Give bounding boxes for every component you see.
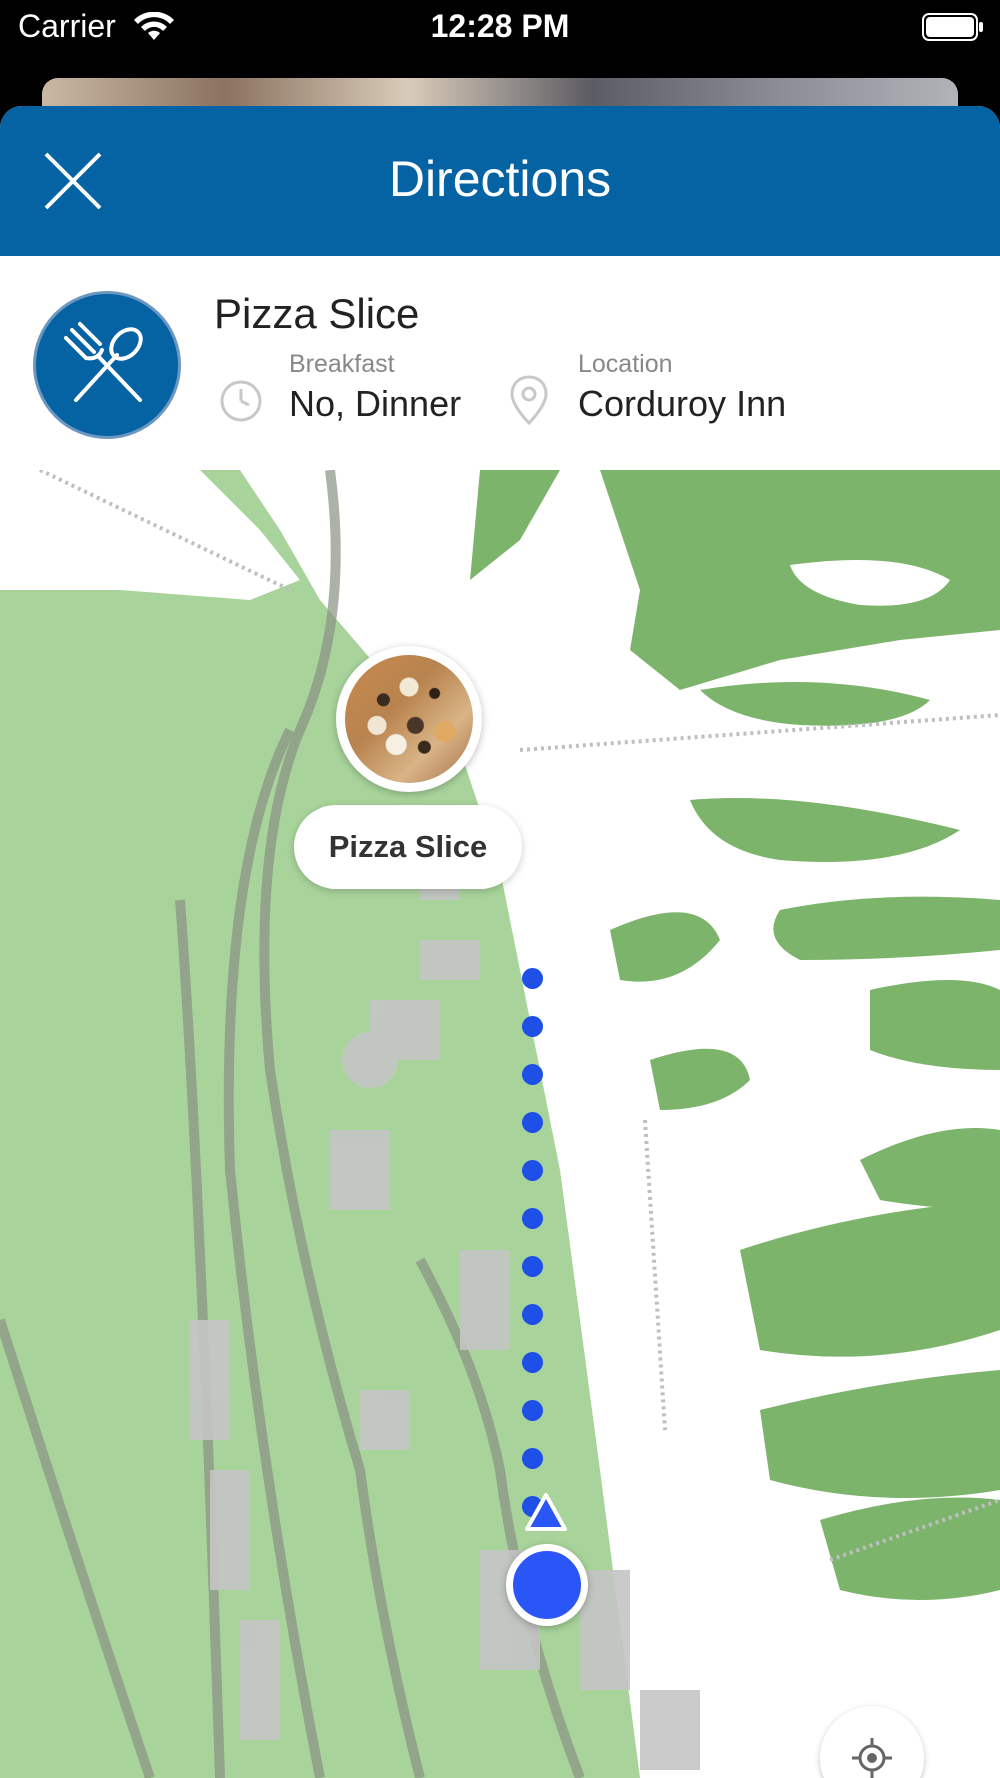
destination-pin[interactable] — [336, 646, 482, 792]
clock-icon — [220, 380, 262, 422]
heading-arrow-icon — [525, 1493, 567, 1531]
place-avatar — [33, 291, 181, 439]
place-name: Pizza Slice — [214, 290, 420, 337]
map-view[interactable]: Pizza Slice — [0, 470, 1000, 1778]
route-dot — [522, 1112, 543, 1133]
destination-photo — [345, 655, 473, 783]
place-info-panel: Pizza Slice Breakfast No, Dinner Locatio… — [0, 256, 1000, 470]
map-pin-icon — [510, 375, 548, 426]
header-bar: Directions — [0, 106, 1000, 256]
route-dot — [522, 1448, 543, 1469]
route-dot — [522, 1352, 543, 1373]
status-time: 12:28 PM — [430, 8, 570, 44]
route-dot — [522, 1400, 543, 1421]
destination-label[interactable]: Pizza Slice — [294, 805, 522, 889]
location-label: Location — [578, 350, 673, 378]
route-dot — [522, 1304, 543, 1325]
fork-spoon-icon — [64, 322, 143, 402]
meal-value: No, Dinner — [289, 383, 462, 424]
location-value: Corduroy Inn — [578, 383, 787, 424]
map-terrain — [0, 470, 1000, 1778]
route-dot — [522, 1064, 543, 1085]
route-dot — [522, 1256, 543, 1277]
battery-icon — [922, 13, 983, 41]
route-dot — [522, 968, 543, 989]
crosshair-icon — [852, 1738, 892, 1778]
route-dot — [522, 1160, 543, 1181]
page-title: Directions — [388, 151, 612, 207]
directions-sheet: Directions Pizza Slice Breakfast No, Din… — [0, 106, 1000, 1778]
status-bar: Carrier 12:28 PM — [0, 0, 1000, 60]
meal-label: Breakfast — [289, 350, 395, 378]
route-dot — [522, 1016, 543, 1037]
route-dot — [522, 1208, 543, 1229]
user-location-marker — [506, 1544, 588, 1626]
